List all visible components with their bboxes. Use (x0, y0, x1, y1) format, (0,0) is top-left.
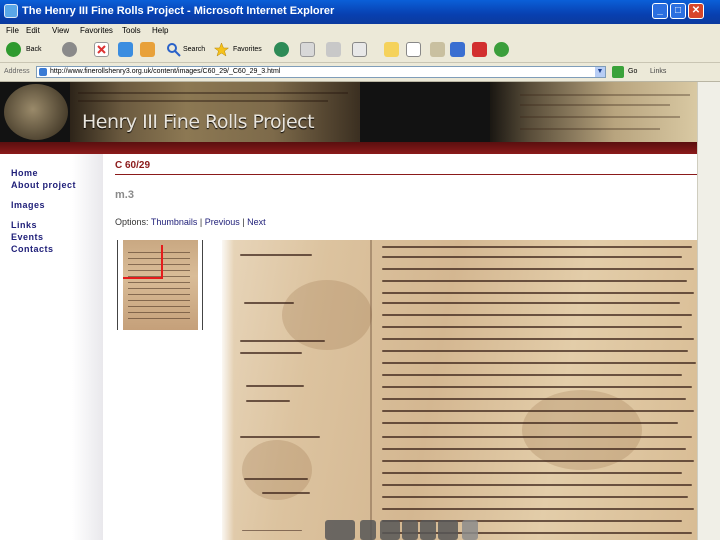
address-input[interactable]: http://www.finerollshenry3.org.uk/conten… (36, 66, 606, 78)
window-title: The Henry III Fine Rolls Project - Micro… (22, 5, 335, 17)
back-arrow-icon[interactable] (6, 42, 21, 57)
address-url: http://www.finerollshenry3.org.uk/conten… (50, 68, 281, 75)
options-separator: | (242, 217, 245, 227)
vertical-scrollbar[interactable] (697, 82, 720, 540)
alert-icon[interactable] (472, 42, 487, 57)
reset-view-icon[interactable] (462, 520, 478, 540)
menu-favorites[interactable]: Favorites (80, 26, 113, 35)
media-icon[interactable] (274, 42, 289, 57)
search-icon[interactable] (166, 42, 181, 57)
address-label: Address (4, 68, 30, 75)
refresh-icon[interactable] (118, 42, 133, 57)
options-label: Options: (115, 217, 149, 227)
links-button[interactable]: Links (650, 68, 666, 75)
royal-seal-image (4, 84, 68, 140)
page-title: C 60/29 (115, 160, 151, 171)
page-viewport: Henry III Fine Rolls Project Home About … (0, 82, 697, 540)
menu-view[interactable]: View (52, 26, 69, 35)
manuscript-banner-image-right (490, 82, 697, 142)
star-icon[interactable] (213, 42, 230, 57)
back-button-label[interactable]: Back (26, 46, 42, 62)
home-icon[interactable] (140, 42, 155, 57)
banner-divider (0, 142, 697, 154)
forward-arrow-icon[interactable] (62, 42, 77, 57)
go-arrow-icon[interactable] (612, 66, 624, 78)
pan-right-icon[interactable] (438, 520, 458, 540)
membrane-thumbnail[interactable] (117, 240, 203, 330)
go-button[interactable]: Go (628, 68, 637, 75)
sidebar-item-contacts[interactable]: Contacts (11, 244, 54, 254)
address-bar: Address http://www.finerollshenry3.org.u… (0, 63, 720, 82)
stop-icon[interactable] (94, 42, 109, 57)
discuss-icon[interactable] (384, 42, 399, 57)
print-icon[interactable] (326, 42, 341, 57)
mail-icon[interactable] (300, 42, 315, 57)
sidebar-item-links[interactable]: Links (11, 220, 37, 230)
image-options: Options: Thumbnails | Previous | Next (115, 217, 266, 227)
minimize-button[interactable]: _ (652, 3, 668, 19)
menu-file[interactable]: File (6, 26, 19, 35)
next-link[interactable]: Next (247, 217, 266, 227)
menu-edit[interactable]: Edit (26, 26, 40, 35)
thumbnail-selection-box[interactable] (123, 245, 163, 279)
favorites-button-label[interactable]: Favorites (233, 46, 262, 62)
book-icon[interactable] (450, 42, 465, 57)
menu-help[interactable]: Help (152, 26, 168, 35)
search-button-label[interactable]: Search (183, 46, 205, 62)
site-banner: Henry III Fine Rolls Project (0, 82, 697, 142)
zoom-out-icon[interactable] (360, 520, 376, 540)
options-separator: | (199, 217, 203, 227)
site-title: Henry III Fine Rolls Project (82, 111, 315, 133)
sidebar-item-images[interactable]: Images (11, 200, 45, 210)
pan-down-icon[interactable] (420, 520, 436, 540)
address-dropdown-icon[interactable]: ▼ (595, 67, 605, 77)
manuscript-membrane-image[interactable] (222, 240, 697, 540)
messenger-icon[interactable] (494, 42, 509, 57)
sidebar-item-home[interactable]: Home (11, 168, 38, 178)
pan-up-icon[interactable] (402, 520, 418, 540)
close-button[interactable]: ✕ (688, 3, 704, 19)
toolbar: Back Search Favorites (0, 38, 720, 63)
previous-link[interactable]: Previous (205, 217, 240, 227)
heading-divider (115, 174, 697, 175)
research-icon[interactable] (406, 42, 421, 57)
membrane-title: m.3 (115, 189, 134, 201)
page-icon (39, 68, 47, 76)
maximize-button[interactable]: □ (670, 3, 686, 19)
zoom-in-icon[interactable] (325, 520, 355, 540)
pan-left-icon[interactable] (380, 520, 400, 540)
menu-tools[interactable]: Tools (122, 26, 141, 35)
sidebar-nav: Home About project Images Links Events C… (0, 154, 103, 540)
bluetooth-icon[interactable] (430, 42, 445, 57)
window-title-bar: The Henry III Fine Rolls Project - Micro… (0, 0, 720, 24)
sidebar-item-events[interactable]: Events (11, 232, 44, 242)
sidebar-item-about-project[interactable]: About project (11, 180, 76, 190)
menu-bar: File Edit View Favorites Tools Help (0, 24, 720, 38)
edit-icon[interactable] (352, 42, 367, 57)
ie-icon (4, 4, 18, 18)
thumbnails-link[interactable]: Thumbnails (151, 217, 198, 227)
